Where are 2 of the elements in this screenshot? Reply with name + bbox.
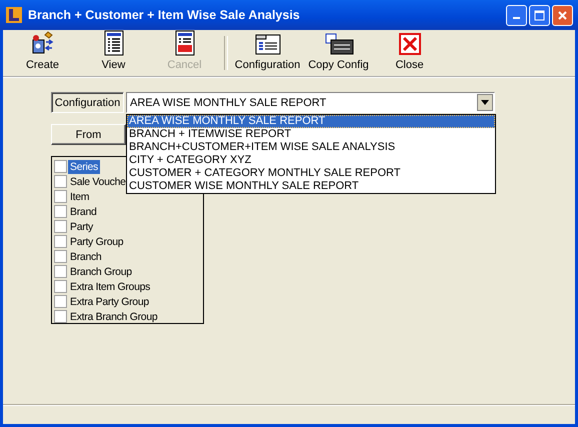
window-title: Branch + Customer + Item Wise Sale Analysis [28,8,301,22]
configuration-label: Configuration [51,92,124,113]
